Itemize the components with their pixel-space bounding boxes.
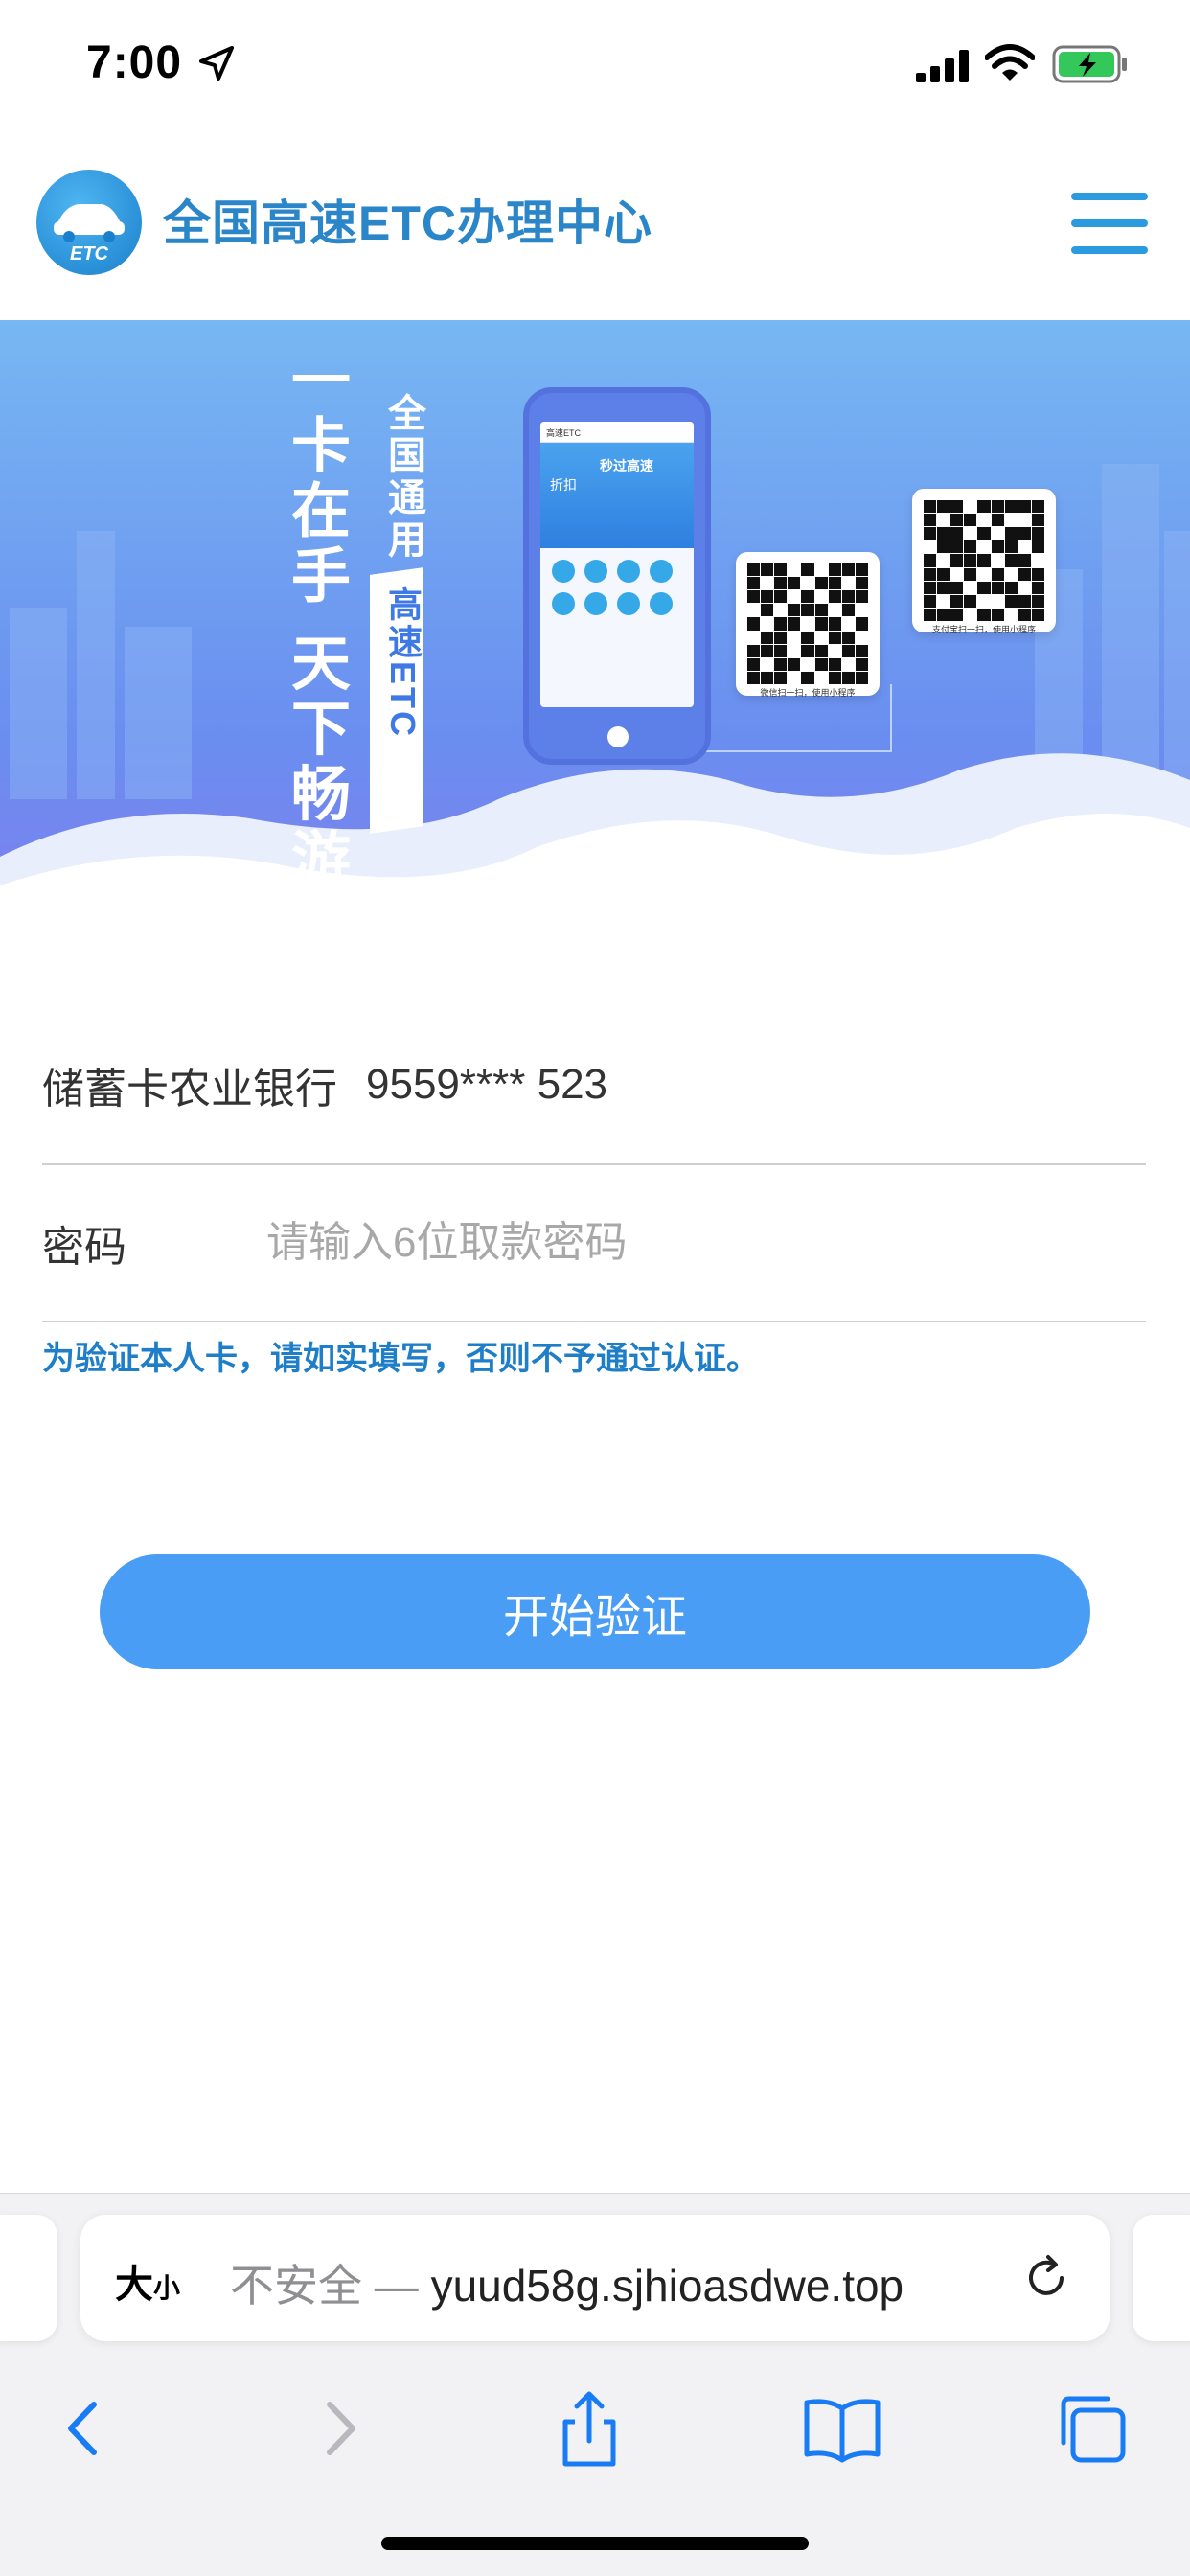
tabs-icon[interactable] [1052, 2385, 1138, 2472]
alipay-qr-code: 支付宝扫一扫，使用小程序 [912, 489, 1056, 634]
phone-illustration: 高速ETC 秒过高速 折扣 [523, 387, 711, 765]
qr1-caption: 微信扫一扫，使用小程序 [760, 688, 856, 698]
phone-banner-text: 秒过高速 [600, 458, 653, 473]
next-tab-peek[interactable] [1133, 2215, 1190, 2341]
book-icon[interactable] [799, 2385, 885, 2472]
url-host: yuud58g.sjhioasdwe.top [430, 2261, 904, 2311]
qr-pattern [747, 564, 868, 684]
phone-app-icons [540, 548, 694, 627]
hamburger-menu-icon[interactable] [1071, 193, 1148, 256]
card-info-row: 储蓄卡农业银行 9559**** 523 [42, 1006, 1146, 1165]
password-label: 密码 [42, 1224, 126, 1271]
promo-banner: 一卡在手 天下畅游 全国通用 高速ETC 高速ETC 秒过高速 折扣 微信扫一扫… [0, 320, 1190, 914]
phone-banner-sub: 折扣 [550, 477, 577, 493]
phone-screen: 高速ETC 秒过高速 折扣 [540, 422, 694, 707]
qr2-caption: 支付宝扫一扫，使用小程序 [931, 625, 1036, 634]
location-arrow-icon [199, 46, 234, 80]
banner-slogan: 一卡在手 天下畅游 [282, 349, 348, 893]
phone-home-button [607, 726, 629, 748]
banner-subtitle: 全国通用 [382, 393, 424, 562]
url-display[interactable]: 不安全 — yuud58g.sjhioasdwe.top [230, 2251, 904, 2314]
site-title[interactable]: 全国高速ETC办理中心 [163, 185, 652, 254]
status-time: 7:00 [86, 37, 183, 88]
browser-nav-row [0, 2385, 1190, 2491]
reload-icon[interactable] [1019, 2251, 1073, 2305]
chevron-left-icon[interactable] [40, 2385, 126, 2472]
wechat-qr-code: 微信扫一扫，使用小程序 [736, 552, 880, 698]
phone-app-title: 高速ETC [540, 422, 694, 443]
battery-charging-icon [1052, 45, 1127, 83]
banner-tag: 高速ETC [383, 586, 423, 739]
verification-form: 储蓄卡农业银行 9559**** 523 密码 为验证本人卡，请如实填写，否则不… [42, 1006, 1146, 1379]
share-icon[interactable] [546, 2385, 632, 2472]
password-input[interactable] [266, 1219, 1090, 1267]
browser-toolbar: 大小 不安全 — yuud58g.sjhioasdwe.top [0, 2193, 1190, 2576]
start-verification-button[interactable]: 开始验证 [100, 1554, 1090, 1669]
cellular-signal-icon [916, 50, 969, 82]
chevron-right-icon[interactable] [297, 2385, 383, 2472]
wifi-icon [985, 44, 1035, 80]
password-row: 密码 [42, 1165, 1146, 1322]
card-bank-label: 储蓄卡农业银行 [42, 1066, 337, 1113]
logo-badge-text: ETC [70, 243, 109, 264]
qr-pattern [924, 500, 1044, 621]
card-number: 9559**** 523 [366, 1061, 608, 1108]
phone-app-banner: 秒过高速 折扣 [540, 443, 694, 548]
security-warning: 不安全 — [230, 2261, 431, 2311]
address-bar[interactable]: 大小 不安全 — yuud58g.sjhioasdwe.top [80, 2215, 1110, 2341]
previous-tab-peek[interactable] [0, 2215, 57, 2341]
home-indicator [381, 2537, 809, 2550]
etc-logo[interactable]: ETC [36, 170, 142, 275]
text-size-button[interactable]: 大小 [115, 2253, 180, 2309]
verification-hint: 为验证本人卡，请如实填写，否则不予通过认证。 [42, 1341, 759, 1377]
text-size-large: 大 [115, 2264, 153, 2306]
site-header: ETC 全国高速ETC办理中心 [0, 126, 1190, 320]
status-bar: 7:00 [0, 0, 1190, 126]
car-icon: ETC [54, 204, 125, 264]
text-size-small: 小 [153, 2273, 181, 2303]
